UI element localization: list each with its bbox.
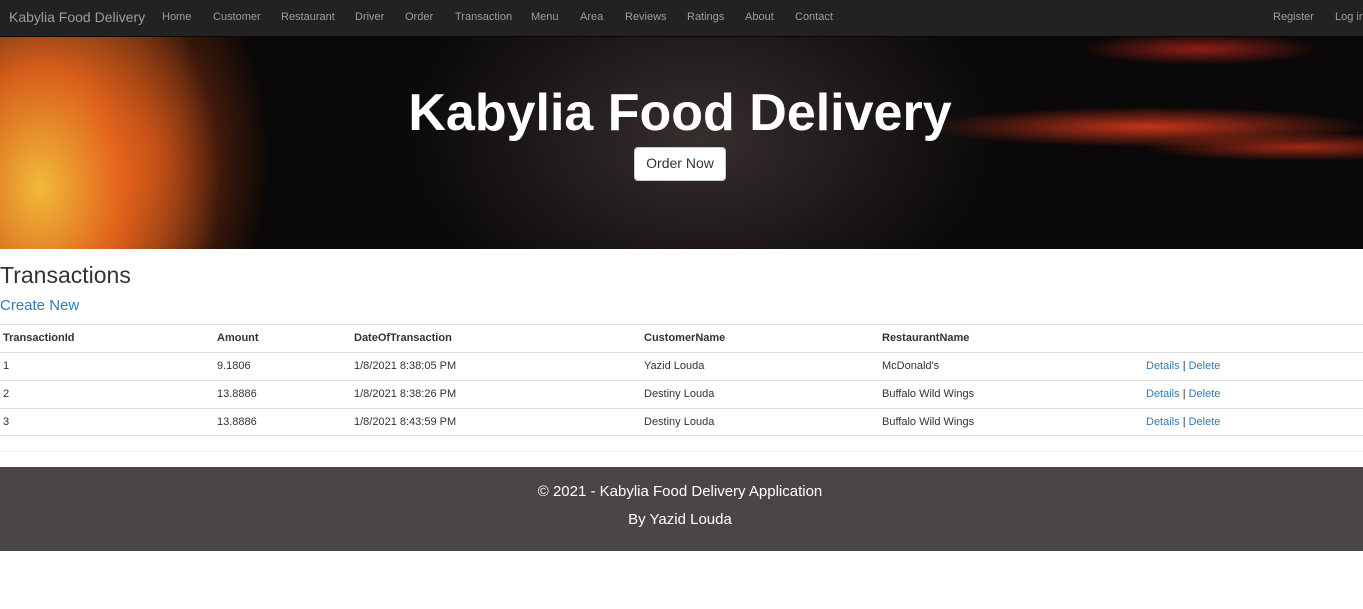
nav-link-login[interactable]: Log in [1335, 11, 1363, 23]
nav-link-contact[interactable]: Contact [795, 11, 833, 23]
cell-transaction-id: 3 [3, 416, 10, 428]
cell-date: 1/8/2021 8:43:59 PM [354, 416, 457, 428]
nav-link-ratings[interactable]: Ratings [687, 11, 724, 23]
cell-customer: Yazid Louda [644, 360, 705, 372]
footer-copyright: © 2021 - Kabylia Food Delivery Applicati… [537, 483, 823, 500]
cell-restaurant: Buffalo Wild Wings [882, 416, 975, 428]
table-row: 2 13.8886 1/8/2021 8:38:26 PM Destiny Lo… [0, 380, 1363, 408]
footer-author: By Yazid Louda [628, 511, 732, 528]
transactions-table: TransactionId Amount DateOfTransaction C… [0, 324, 1363, 436]
nav-link-menu[interactable]: Menu [531, 11, 559, 23]
column-header-customer: CustomerName [644, 332, 726, 344]
page-title: Transactions [0, 262, 131, 288]
nav-link-area[interactable]: Area [580, 11, 603, 23]
order-now-button[interactable]: Order Now [634, 147, 726, 181]
details-link[interactable]: Details [1146, 360, 1180, 372]
nav-link-driver[interactable]: Driver [355, 11, 384, 23]
brand-link[interactable]: Kabylia Food Delivery [9, 9, 145, 25]
cell-transaction-id: 2 [3, 388, 10, 400]
column-header-transaction-id: TransactionId [3, 332, 75, 344]
details-link[interactable]: Details [1146, 388, 1180, 400]
table-row: 3 13.8886 1/8/2021 8:43:59 PM Destiny Lo… [0, 408, 1363, 436]
row-actions: Details | Delete [1146, 360, 1220, 372]
nav-link-home[interactable]: Home [162, 11, 191, 23]
hero-banner: Kabylia Food Delivery Order Now [0, 37, 1363, 249]
nav-link-order[interactable]: Order [405, 11, 433, 23]
column-header-date: DateOfTransaction [354, 332, 452, 344]
cell-customer: Destiny Louda [644, 388, 715, 400]
nav-link-reviews[interactable]: Reviews [625, 11, 667, 23]
cell-transaction-id: 1 [3, 360, 10, 372]
delete-link[interactable]: Delete [1189, 416, 1221, 428]
cell-date: 1/8/2021 8:38:05 PM [354, 360, 457, 372]
nav-link-customer[interactable]: Customer [213, 11, 261, 23]
cell-amount: 13.8886 [217, 416, 257, 428]
delete-link[interactable]: Delete [1189, 360, 1221, 372]
cell-date: 1/8/2021 8:38:26 PM [354, 388, 457, 400]
column-header-amount: Amount [217, 332, 259, 344]
create-new-link[interactable]: Create New [0, 297, 79, 314]
table-row: 1 9.1806 1/8/2021 8:38:05 PM Yazid Louda… [0, 352, 1363, 380]
nav-link-register[interactable]: Register [1273, 11, 1314, 23]
row-actions: Details | Delete [1146, 416, 1220, 428]
table-header-row: TransactionId Amount DateOfTransaction C… [0, 324, 1363, 352]
nav-link-restaurant[interactable]: Restaurant [281, 11, 335, 23]
cell-amount: 9.1806 [217, 360, 251, 372]
row-actions: Details | Delete [1146, 388, 1220, 400]
cell-customer: Destiny Louda [644, 416, 715, 428]
hero-title: Kabylia Food Delivery [408, 84, 952, 142]
nav-link-transaction[interactable]: Transaction [455, 11, 512, 23]
nav-link-about[interactable]: About [745, 11, 774, 23]
column-header-restaurant: RestaurantName [882, 332, 970, 344]
top-navbar: Kabylia Food Delivery Home Customer Rest… [0, 0, 1363, 37]
cell-restaurant: McDonald's [882, 360, 940, 372]
cell-amount: 13.8886 [217, 388, 257, 400]
delete-link[interactable]: Delete [1189, 388, 1221, 400]
divider [0, 451, 1363, 452]
cell-restaurant: Buffalo Wild Wings [882, 388, 975, 400]
footer: © 2021 - Kabylia Food Delivery Applicati… [0, 467, 1363, 551]
details-link[interactable]: Details [1146, 416, 1180, 428]
